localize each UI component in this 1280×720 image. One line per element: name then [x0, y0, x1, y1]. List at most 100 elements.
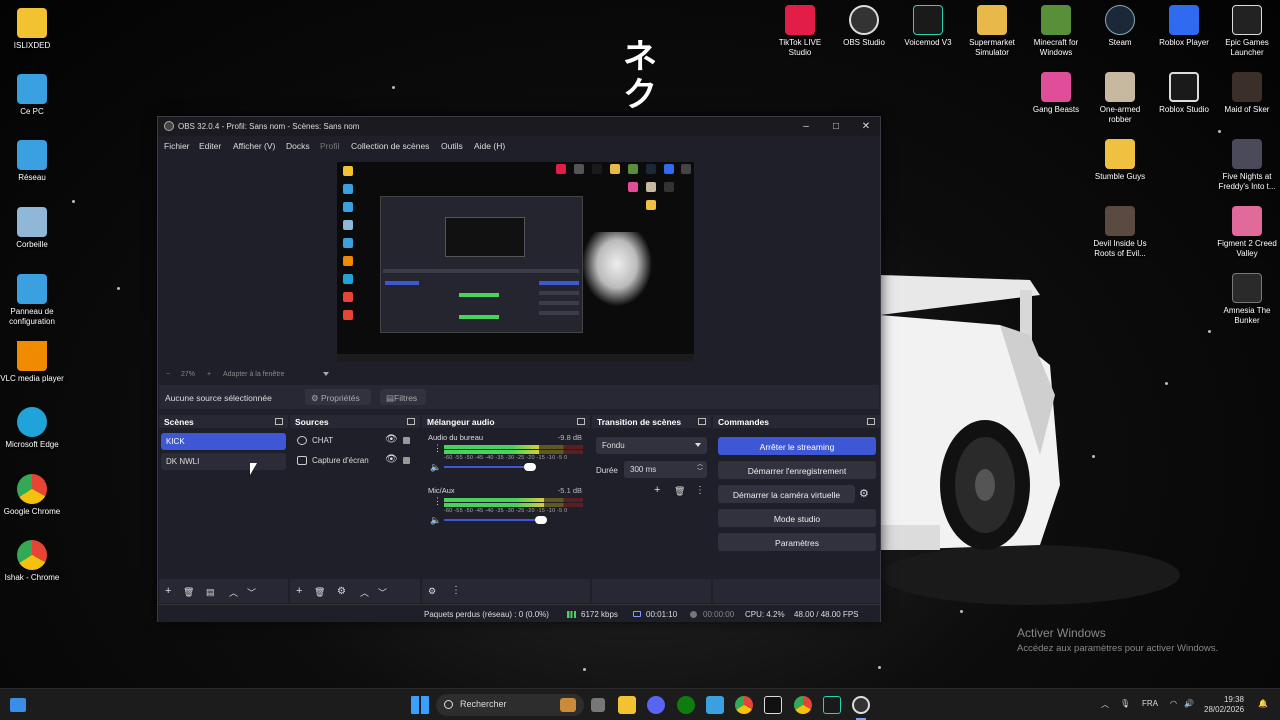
preview-canvas[interactable]	[337, 162, 694, 362]
desktop-icon-maid-of-sker[interactable]: Maid of Sker	[1215, 72, 1279, 115]
trash-icon[interactable]: 🗑	[674, 486, 685, 497]
start-virtual-camera-button[interactable]: Démarrer la caméra virtuelle	[718, 485, 855, 503]
desktop-icon-roblox-studio[interactable]: Roblox Studio	[1152, 72, 1216, 115]
desktop-icon-roblox-player[interactable]: Roblox Player	[1152, 5, 1216, 48]
zoom-out-button[interactable]: −	[166, 371, 170, 378]
lock-icon[interactable]	[403, 457, 410, 464]
add-icon[interactable]: +	[296, 585, 302, 597]
preview-area[interactable]	[159, 155, 879, 369]
desktop-icon-gang-beasts[interactable]: Gang Beasts	[1024, 72, 1088, 115]
add-icon[interactable]: +	[654, 484, 660, 496]
desktop-icon-network[interactable]: Réseau	[0, 140, 64, 183]
desktop-icon-edge[interactable]: Microsoft Edge	[0, 407, 64, 450]
file-explorer-icon[interactable]	[618, 696, 636, 714]
volume-slider[interactable]	[444, 516, 547, 524]
desktop-icon-tiktok-live-studio[interactable]: TikTok LIVE Studio	[768, 5, 832, 58]
settings-button[interactable]: Paramètres	[718, 533, 876, 551]
desktop-icon-vlc[interactable]: VLC media player	[0, 341, 64, 384]
obs-titlebar[interactable]: OBS 32.0.4 - Profil: Sans nom - Scènes: …	[158, 117, 880, 136]
obs-icon[interactable]	[852, 696, 870, 714]
desktop-icon-stumble-guys[interactable]: Stumble Guys	[1088, 139, 1152, 182]
store-icon[interactable]	[706, 696, 724, 714]
menu-scene-collection[interactable]: Collection de scènes	[351, 141, 429, 151]
desktop-icon-amnesia[interactable]: Amnesia The Bunker	[1215, 273, 1279, 326]
desktop-icon-fnaf[interactable]: Five Nights at Freddy's Into t...	[1215, 139, 1279, 192]
chrome-icon[interactable]	[735, 696, 753, 714]
move-up-icon[interactable]: ︿	[360, 586, 369, 599]
desktop-icon-minecraft[interactable]: Minecraft for Windows	[1024, 5, 1088, 58]
desktop-icon-one-armed-robber[interactable]: One-armed robber	[1088, 72, 1152, 125]
source-item-chat[interactable]: CHAT 👁	[294, 433, 416, 449]
desktop-icon-figment-2[interactable]: Figment 2 Creed Valley	[1215, 206, 1279, 259]
eye-icon[interactable]: 👁	[385, 454, 398, 465]
desktop-icon-ishak-chrome[interactable]: Ishak - Chrome	[0, 540, 64, 583]
chrome-icon[interactable]	[794, 696, 812, 714]
volume-icon[interactable]: 🔊	[1184, 699, 1194, 708]
volume-slider[interactable]	[444, 463, 536, 471]
duration-spinbox[interactable]: 300 ms ︿ ﹀	[624, 461, 707, 478]
add-icon[interactable]: +	[165, 585, 171, 597]
move-down-icon[interactable]: ﹀	[247, 586, 256, 599]
desktop-icon-devil-inside-us[interactable]: Devil Inside Us Roots of Evil...	[1088, 206, 1152, 259]
undock-icon[interactable]	[698, 418, 706, 425]
chevron-up-icon[interactable]: ︿	[1101, 699, 1109, 710]
wifi-icon[interactable]: ◠	[1170, 699, 1177, 708]
capcut-icon[interactable]	[764, 696, 782, 714]
scene-item-kick[interactable]: KICK	[161, 433, 286, 450]
undock-icon[interactable]	[577, 418, 585, 425]
menu-edit[interactable]: Editer	[199, 141, 221, 151]
menu-view[interactable]: Afficher (V)	[233, 141, 275, 151]
task-view-icon[interactable]	[10, 698, 26, 712]
desktop-icon-obs-studio[interactable]: OBS Studio	[832, 5, 896, 48]
menu-tools[interactable]: Outils	[441, 141, 463, 151]
eye-icon[interactable]: 👁	[385, 434, 398, 445]
desktop-icon-islixded[interactable]: ISLIXDED	[0, 8, 64, 51]
speaker-icon[interactable]: 🔈	[430, 462, 441, 473]
more-icon[interactable]: ⋮	[433, 443, 442, 454]
transition-type-select[interactable]: Fondu	[596, 437, 707, 454]
close-icon[interactable]: ✕	[859, 120, 873, 134]
xbox-icon[interactable]	[677, 696, 695, 714]
menu-profile[interactable]: Profil	[320, 141, 339, 151]
notification-icon[interactable]: 🔔	[1258, 699, 1268, 708]
speaker-icon[interactable]: 🔈	[430, 515, 441, 526]
stop-streaming-button[interactable]: Arrêter le streaming	[718, 437, 876, 455]
trash-icon[interactable]: 🗑	[183, 587, 194, 598]
discord-icon[interactable]	[647, 696, 665, 714]
gear-icon[interactable]: ⚙	[859, 487, 869, 500]
maximize-icon[interactable]: □	[829, 120, 843, 134]
scene-item-dk-nwli[interactable]: DK NWLI	[161, 453, 286, 470]
move-down-icon[interactable]: ﹀	[378, 586, 387, 599]
undock-icon[interactable]	[275, 418, 283, 425]
gear-icon[interactable]: ⚙	[337, 586, 346, 597]
undock-icon[interactable]	[407, 418, 415, 425]
move-up-icon[interactable]: ︿	[229, 586, 238, 599]
start-recording-button[interactable]: Démarrer l'enregistrement	[718, 461, 876, 479]
windows-start-icon[interactable]	[411, 696, 429, 714]
lock-icon[interactable]	[403, 437, 410, 444]
studio-mode-button[interactable]: Mode studio	[718, 509, 876, 527]
voicemod-icon[interactable]	[823, 696, 841, 714]
undock-icon[interactable]	[867, 418, 875, 425]
menu-docks[interactable]: Docks	[286, 141, 310, 151]
stepper-icon[interactable]: ︿ ﹀	[697, 462, 703, 476]
more-icon[interactable]: ⋮	[433, 496, 442, 507]
zoom-fit-select[interactable]: Adapter à la fenêtre	[223, 371, 285, 378]
desktop-icon-epic-games[interactable]: Epic Games Launcher	[1215, 5, 1279, 58]
chevron-down-icon[interactable]	[323, 372, 329, 376]
desktop-icon-supermarket-simulator[interactable]: Supermarket Simulator	[960, 5, 1024, 58]
language-indicator[interactable]: FRA	[1142, 699, 1158, 708]
volume-slider-handle[interactable]	[524, 463, 536, 471]
desktop-icon-steam[interactable]: Steam	[1088, 5, 1152, 48]
filter-icon[interactable]: ▤	[206, 587, 215, 598]
desktop-icon-voicemod[interactable]: Voicemod V3	[896, 5, 960, 48]
trash-icon[interactable]: 🗑	[314, 587, 325, 598]
clock[interactable]: 19:38 28/02/2026	[1204, 695, 1244, 715]
microphone-icon[interactable]: 🎙	[1120, 699, 1130, 708]
widget-icon[interactable]	[560, 698, 576, 712]
menu-help[interactable]: Aide (H)	[474, 141, 505, 151]
volume-slider-handle[interactable]	[535, 516, 547, 524]
desktop-icon-this-pc[interactable]: Ce PC	[0, 74, 64, 117]
desktop-icon-recycle-bin[interactable]: Corbeille	[0, 207, 64, 250]
minimize-icon[interactable]: –	[799, 120, 813, 134]
